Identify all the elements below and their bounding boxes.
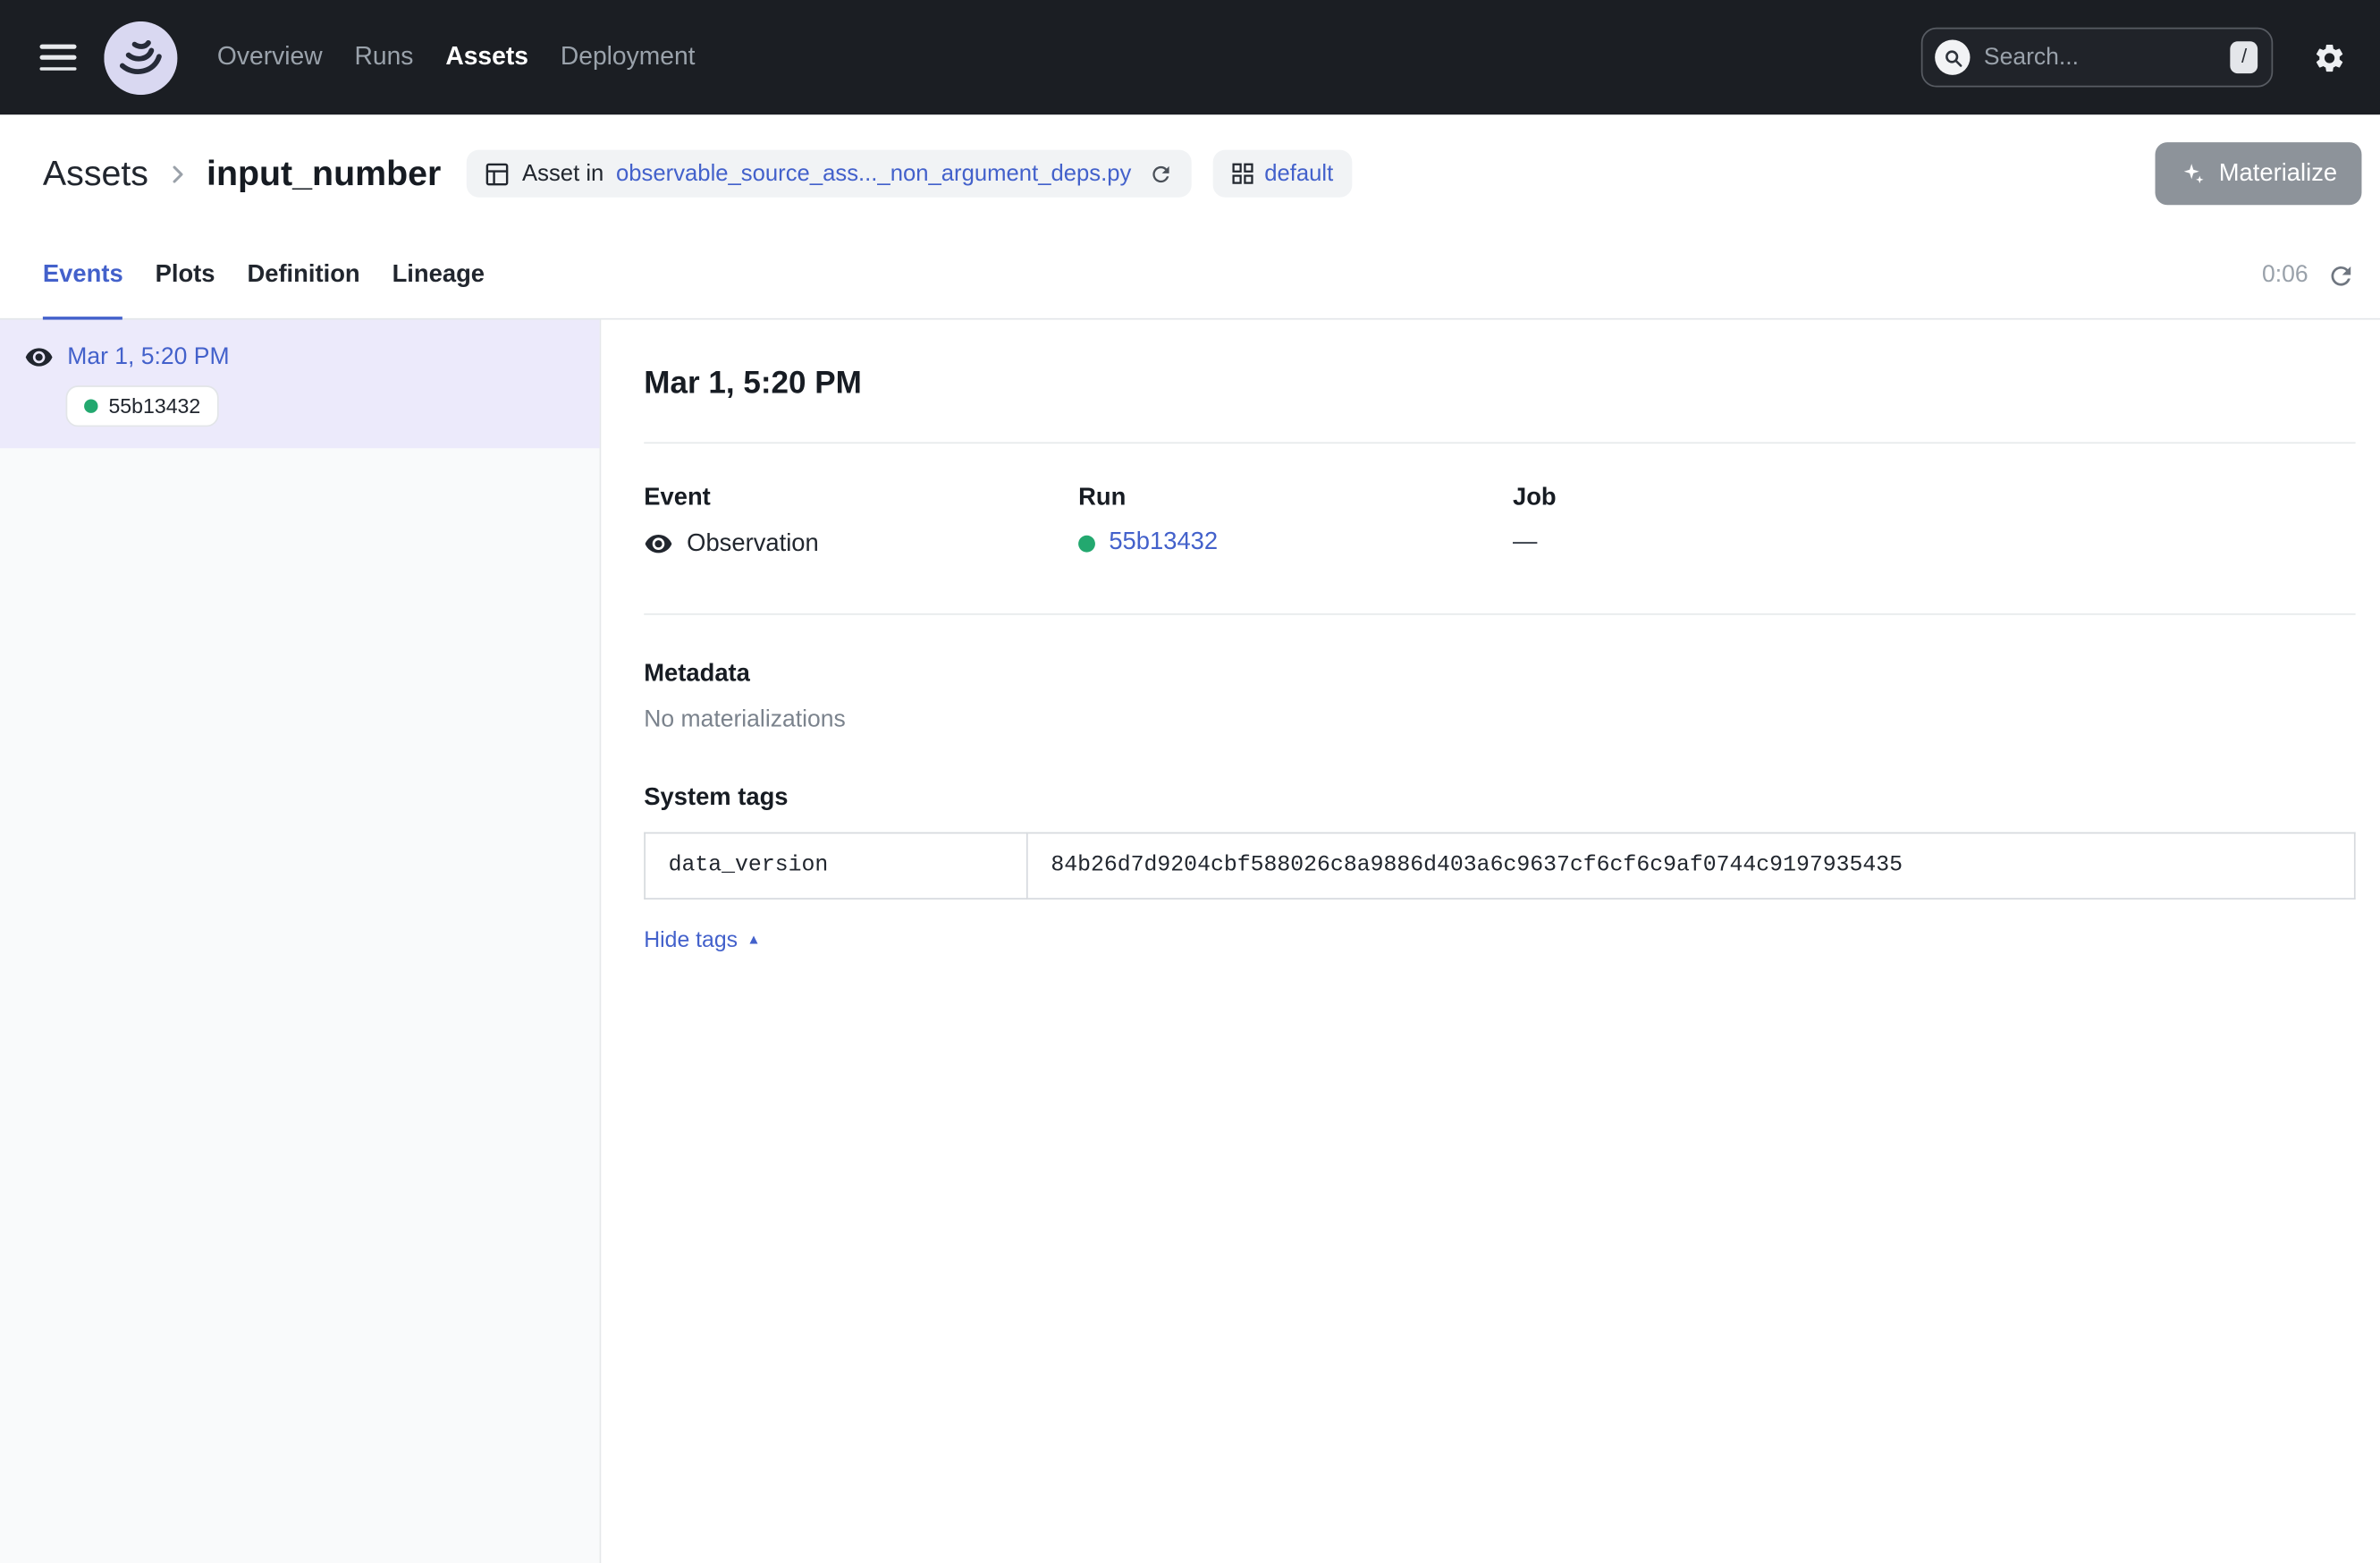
nav-item-deployment[interactable]: Deployment xyxy=(561,43,696,72)
fact-job-label: Job xyxy=(1513,485,2356,512)
asset-definition-file-link[interactable]: observable_source_ass..._non_argument_de… xyxy=(616,161,1131,187)
tag-key-cell: data_version xyxy=(645,833,1027,900)
refresh-cluster: 0:06 xyxy=(2262,232,2356,318)
menu-icon[interactable] xyxy=(39,45,76,71)
event-list-item[interactable]: Mar 1, 5:20 PM 55b13432 xyxy=(0,320,600,449)
tab-definition[interactable]: Definition xyxy=(247,232,359,318)
system-tags-table: data_version 84b26d7d9204cbf588026c8a988… xyxy=(644,832,2355,900)
sparkle-icon xyxy=(2179,161,2205,187)
hide-tags-label: Hide tags xyxy=(644,928,738,952)
search-shortcut-key: / xyxy=(2231,41,2258,73)
search-icon xyxy=(1935,39,1970,74)
materialize-button-label: Materialize xyxy=(2219,160,2337,188)
metadata-heading: Metadata xyxy=(644,661,2355,689)
run-chip[interactable]: 55b13432 xyxy=(66,385,219,427)
fact-event-label: Event xyxy=(644,485,1078,512)
nav-item-assets[interactable]: Assets xyxy=(445,43,528,72)
divider xyxy=(644,613,2355,615)
asset-definition-chip: Asset in observable_source_ass..._non_ar… xyxy=(467,150,1191,198)
fact-run: Run 55b13432 xyxy=(1078,485,1513,558)
table-icon xyxy=(485,161,510,185)
run-status-dot xyxy=(1078,535,1095,552)
primary-nav: Overview Runs Assets Deployment xyxy=(217,43,696,72)
event-detail-title: Mar 1, 5:20 PM xyxy=(644,366,2355,402)
asset-group-chip[interactable]: default xyxy=(1212,150,1352,198)
asset-tabs-row: Events Plots Definition Lineage 0:06 xyxy=(0,232,2380,320)
metadata-empty-text: No materializations xyxy=(644,706,2355,734)
fact-event-value: Observation xyxy=(687,530,819,558)
search-input[interactable] xyxy=(1984,44,2217,72)
nav-item-overview[interactable]: Overview xyxy=(217,43,323,72)
asset-tabs: Events Plots Definition Lineage xyxy=(43,232,485,318)
fact-job: Job — xyxy=(1513,485,2356,558)
run-chip-id: 55b13432 xyxy=(108,394,200,418)
asset-group-label: default xyxy=(1264,161,1333,187)
reload-definitions-icon[interactable] xyxy=(1148,161,1172,185)
eye-icon xyxy=(24,342,54,372)
top-nav: Overview Runs Assets Deployment / xyxy=(0,0,2380,114)
dagster-logo-icon[interactable] xyxy=(104,21,177,94)
nav-right-cluster: / xyxy=(1921,28,2347,88)
refresh-timer: 0:06 xyxy=(2262,262,2308,290)
search-box[interactable]: / xyxy=(1921,28,2273,88)
dagster-app: Overview Runs Assets Deployment / xyxy=(0,0,2380,1563)
event-list-sidebar: Mar 1, 5:20 PM 55b13432 xyxy=(0,320,601,1563)
tab-lineage[interactable]: Lineage xyxy=(392,232,485,318)
fact-job-value: — xyxy=(1513,529,1537,557)
event-timestamp: Mar 1, 5:20 PM xyxy=(67,343,229,371)
gear-icon[interactable] xyxy=(2313,40,2347,74)
event-detail-panel: Mar 1, 5:20 PM Event Observation Run xyxy=(601,320,2380,1563)
tab-plots[interactable]: Plots xyxy=(156,232,215,318)
nav-item-runs[interactable]: Runs xyxy=(355,43,414,72)
table-row: data_version 84b26d7d9204cbf588026c8a988… xyxy=(645,833,2355,900)
hide-tags-link[interactable]: Hide tags ▲ xyxy=(644,928,760,952)
breadcrumb-assets-link[interactable]: Assets xyxy=(43,153,148,194)
caret-up-icon: ▲ xyxy=(747,932,760,947)
refresh-icon[interactable] xyxy=(2326,261,2356,291)
eye-icon xyxy=(644,529,673,559)
asset-header: Assets input_number Asset in observable_… xyxy=(0,114,2380,232)
system-tags-section: System tags data_version 84b26d7d9204cbf… xyxy=(644,785,2355,955)
run-id-link[interactable]: 55b13432 xyxy=(1109,529,1218,557)
page-title: input_number xyxy=(207,153,441,194)
asset-chip-prefix: Asset in xyxy=(522,161,603,187)
fact-event: Event Observation xyxy=(644,485,1078,558)
materialize-button[interactable]: Materialize xyxy=(2155,142,2362,205)
event-facts: Event Observation Run 55b13432 xyxy=(644,485,2355,558)
breadcrumb: Assets input_number xyxy=(43,153,441,194)
event-row: Mar 1, 5:20 PM xyxy=(24,342,575,372)
fact-run-label: Run xyxy=(1078,485,1513,512)
system-tags-heading: System tags xyxy=(644,785,2355,813)
chevron-right-icon xyxy=(165,161,190,185)
tag-value-cell: 84b26d7d9204cbf588026c8a9886d403a6c9637c… xyxy=(1027,833,2355,900)
metadata-section: Metadata No materializations xyxy=(644,661,2355,734)
run-status-dot xyxy=(84,400,97,413)
divider xyxy=(644,442,2355,444)
asset-group-icon xyxy=(1231,162,1254,185)
events-body: Mar 1, 5:20 PM 55b13432 Mar 1, 5:20 PM E… xyxy=(0,320,2380,1563)
tab-events[interactable]: Events xyxy=(43,232,123,318)
